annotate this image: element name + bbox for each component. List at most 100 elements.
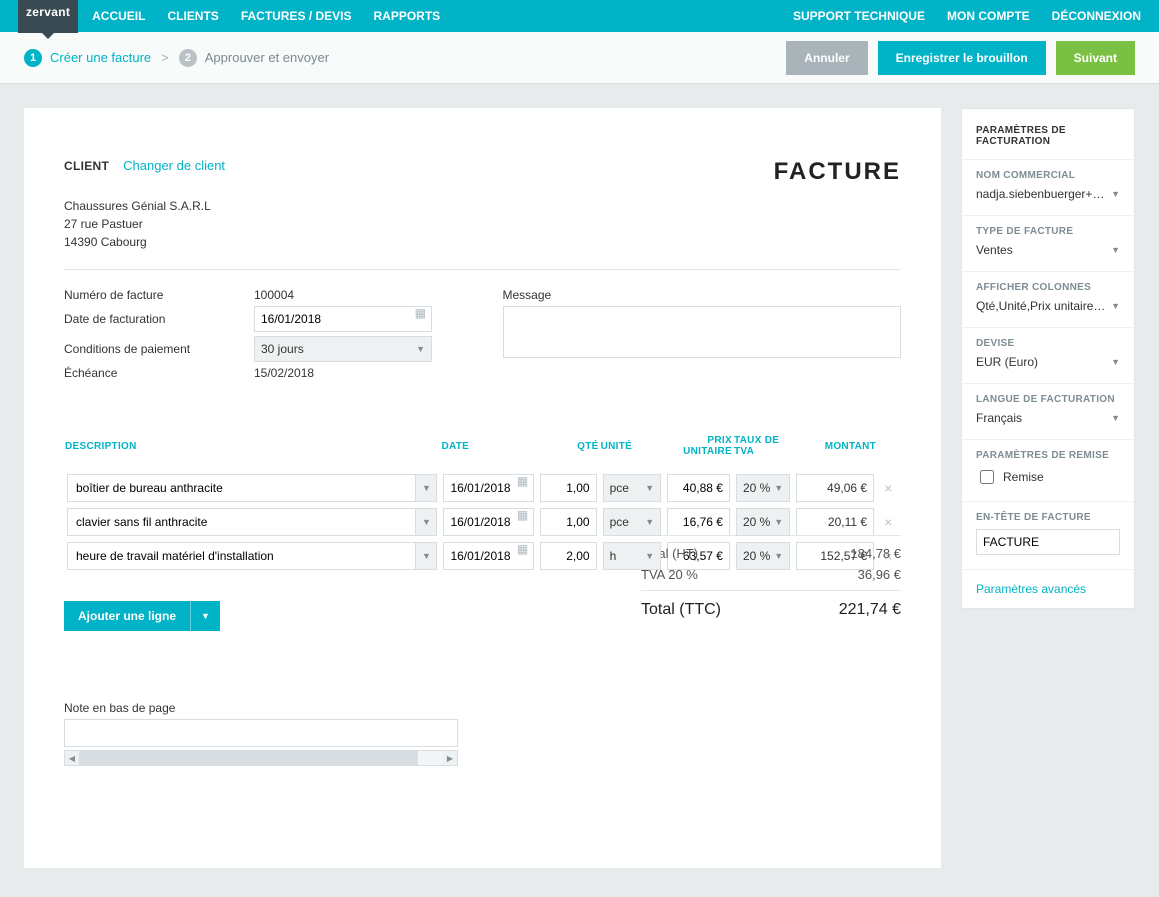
line-unit-select[interactable]: pce▼ bbox=[603, 474, 662, 502]
line-amount: 49,06 € bbox=[796, 474, 874, 502]
add-line-button[interactable]: Ajouter une ligne ▼ bbox=[64, 601, 220, 631]
line-desc-input[interactable] bbox=[67, 542, 437, 570]
line-date-input[interactable] bbox=[443, 508, 534, 536]
nav-account[interactable]: Mon compte bbox=[947, 9, 1030, 23]
change-client-link[interactable]: Changer de client bbox=[123, 158, 225, 173]
line-unit-select[interactable]: h▼ bbox=[603, 542, 662, 570]
nav-rapports[interactable]: Rapports bbox=[374, 9, 441, 23]
line-desc-input[interactable] bbox=[67, 474, 437, 502]
line-date-input[interactable] bbox=[443, 542, 534, 570]
chevron-down-icon: ▼ bbox=[645, 483, 654, 493]
total-ttc-label: Total (TTC) bbox=[641, 601, 792, 619]
col-vat: Taux de TVA bbox=[733, 434, 793, 471]
logo[interactable]: zervant bbox=[18, 0, 78, 33]
chevron-down-icon: ▼ bbox=[774, 483, 783, 493]
line-amount: 20,11 € bbox=[796, 508, 874, 536]
client-addr2: 14390 Cabourg bbox=[64, 233, 225, 251]
footnote-textarea[interactable] bbox=[64, 719, 458, 747]
scroll-right-icon[interactable]: ▶ bbox=[443, 751, 457, 765]
nav-accueil[interactable]: Accueil bbox=[92, 9, 145, 23]
columns-label: Afficher colonnes bbox=[976, 282, 1120, 293]
payment-terms-select[interactable]: 30 jours▼ bbox=[254, 336, 432, 362]
currency-select[interactable]: EUR (Euro)▼ bbox=[976, 355, 1120, 369]
nav-clients[interactable]: Clients bbox=[167, 9, 218, 23]
col-qty: Qté bbox=[537, 434, 599, 471]
message-textarea[interactable] bbox=[503, 306, 902, 358]
line-qty-input[interactable] bbox=[540, 542, 596, 570]
nav-logout[interactable]: Déconnexion bbox=[1052, 9, 1141, 23]
due-date-label: Échéance bbox=[64, 366, 254, 380]
total-ht: 184,78 € bbox=[832, 546, 901, 561]
billing-date-label: Date de facturation bbox=[64, 312, 254, 326]
settings-sidebar: Paramètres de facturation Nom commercial… bbox=[961, 108, 1135, 609]
advanced-settings-link[interactable]: Paramètres avancés bbox=[962, 569, 1134, 608]
step-1[interactable]: 1 Créer une facture bbox=[24, 49, 151, 67]
line-price-input[interactable] bbox=[667, 474, 730, 502]
cancel-button[interactable]: Annuler bbox=[786, 41, 867, 75]
billing-date-input[interactable] bbox=[254, 306, 432, 332]
col-description: Description bbox=[64, 434, 440, 471]
step-2[interactable]: 2 Approuver et envoyer bbox=[179, 49, 329, 67]
chevron-down-icon: ▼ bbox=[774, 551, 783, 561]
nav-factures[interactable]: Factures / Devis bbox=[241, 9, 352, 23]
table-row: ▼▦h▼20 %▼152,57 €× bbox=[64, 539, 901, 573]
line-vat-select[interactable]: 20 %▼ bbox=[736, 542, 790, 570]
next-button[interactable]: Suivant bbox=[1056, 41, 1135, 75]
chevron-down-icon[interactable]: ▼ bbox=[415, 474, 437, 502]
chevron-down-icon: ▼ bbox=[645, 551, 654, 561]
delete-row-icon[interactable]: × bbox=[880, 514, 896, 530]
line-desc-input[interactable] bbox=[67, 508, 437, 536]
nav-left: Accueil Clients Factures / Devis Rapport… bbox=[92, 9, 440, 23]
save-draft-button[interactable]: Enregistrer le brouillon bbox=[878, 41, 1046, 75]
sidebar-title: Paramètres de facturation bbox=[962, 109, 1134, 159]
invoice-type-label: Type de facture bbox=[976, 226, 1120, 237]
chevron-down-icon: ▼ bbox=[645, 517, 654, 527]
header-label: En-tête de facture bbox=[976, 512, 1120, 523]
columns-select[interactable]: Qté,Unité,Prix unitaire,Taux...▼ bbox=[976, 299, 1120, 313]
chevron-down-icon: ▼ bbox=[1111, 245, 1120, 255]
header-input[interactable] bbox=[976, 529, 1120, 555]
chevron-down-icon: ▼ bbox=[1111, 189, 1120, 199]
total-vat: 36,96 € bbox=[832, 567, 901, 582]
nav-support[interactable]: Support technique bbox=[793, 9, 925, 23]
col-date: Date bbox=[440, 434, 537, 471]
scroll-left-icon[interactable]: ◀ bbox=[65, 751, 79, 765]
discount-checkbox[interactable]: Remise bbox=[976, 467, 1120, 487]
col-unit: Unité bbox=[600, 434, 665, 471]
footnote-scrollbar[interactable]: ◀ ▶ bbox=[64, 750, 458, 766]
terms-label: Conditions de paiement bbox=[64, 342, 254, 356]
line-vat-select[interactable]: 20 %▼ bbox=[736, 474, 790, 502]
chevron-down-icon[interactable]: ▼ bbox=[190, 601, 220, 631]
topbar: zervant Accueil Clients Factures / Devis… bbox=[0, 0, 1159, 32]
chevron-down-icon[interactable]: ▼ bbox=[415, 542, 437, 570]
invoice-type-select[interactable]: Ventes▼ bbox=[976, 243, 1120, 257]
line-qty-input[interactable] bbox=[540, 474, 596, 502]
delete-row-icon[interactable]: × bbox=[880, 480, 896, 496]
col-amount: Montant bbox=[793, 434, 877, 471]
currency-label: Devise bbox=[976, 338, 1120, 349]
due-date: 15/02/2018 bbox=[254, 366, 314, 380]
line-price-input[interactable] bbox=[667, 508, 730, 536]
chevron-down-icon: ▼ bbox=[416, 344, 425, 354]
line-date-input[interactable] bbox=[443, 474, 534, 502]
chevron-down-icon: ▼ bbox=[1111, 413, 1120, 423]
line-unit-select[interactable]: pce▼ bbox=[603, 508, 662, 536]
table-row: ▼▦pce▼20 %▼20,11 €× bbox=[64, 505, 901, 539]
stepbar: 1 Créer une facture > 2 Approuver et env… bbox=[0, 32, 1159, 84]
chevron-down-icon[interactable]: ▼ bbox=[415, 508, 437, 536]
chevron-down-icon: ▼ bbox=[1111, 301, 1120, 311]
line-qty-input[interactable] bbox=[540, 508, 596, 536]
message-label: Message bbox=[503, 288, 902, 302]
trade-name-select[interactable]: nadja.siebenbuerger+2@ze...▼ bbox=[976, 187, 1120, 201]
line-items-table: Description Date Qté Unité Prix unitaire… bbox=[64, 434, 901, 573]
line-vat-select[interactable]: 20 %▼ bbox=[736, 508, 790, 536]
client-name: Chaussures Génial S.A.R.L bbox=[64, 197, 225, 215]
footnote-label: Note en bas de page bbox=[64, 701, 901, 715]
total-ttc: 221,74 € bbox=[832, 601, 901, 619]
client-addr1: 27 rue Pastuer bbox=[64, 215, 225, 233]
invoice-number: 100004 bbox=[254, 288, 294, 302]
billing-lang-select[interactable]: Français▼ bbox=[976, 411, 1120, 425]
invoice-number-label: Numéro de facture bbox=[64, 288, 254, 302]
discount-label: Paramètres de remise bbox=[976, 450, 1120, 461]
billing-lang-label: Langue de facturation bbox=[976, 394, 1120, 405]
